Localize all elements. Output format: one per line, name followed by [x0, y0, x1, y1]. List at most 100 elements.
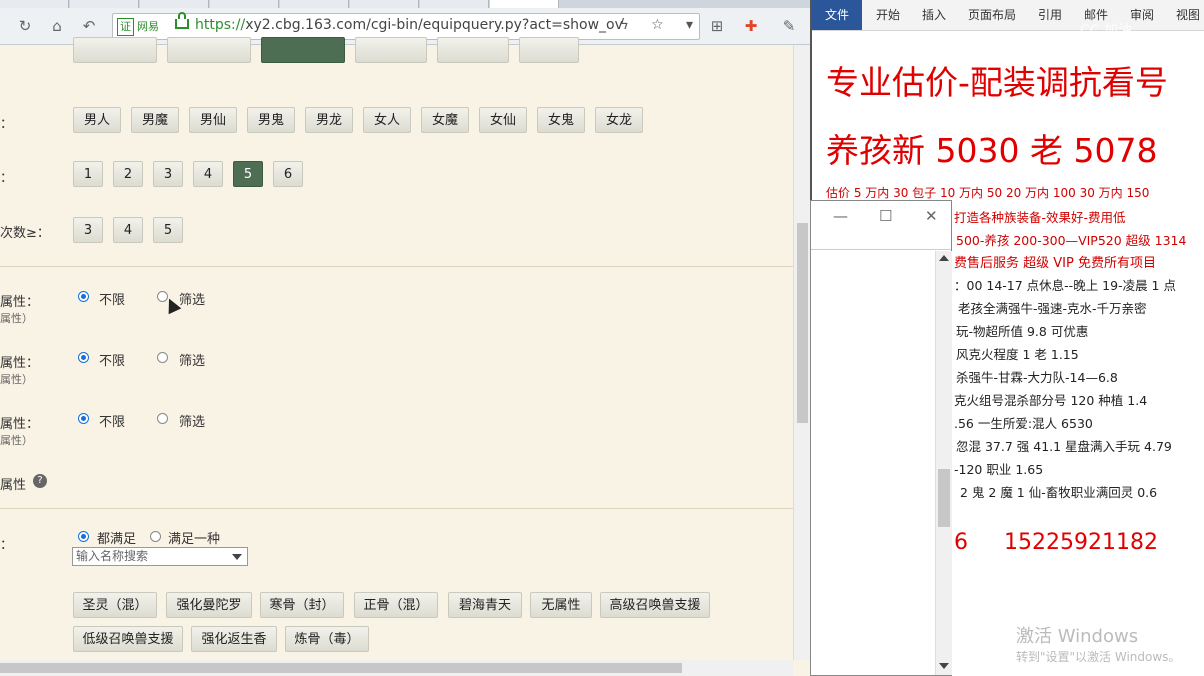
lightning-icon[interactable]: ϟ — [620, 17, 629, 33]
popup-titlebar[interactable]: — ☐ ✕ — [811, 201, 951, 250]
minimize-icon[interactable]: — — [833, 207, 848, 225]
character-button[interactable]: 女鬼 — [537, 107, 585, 133]
radio-unlimited[interactable] — [78, 291, 89, 302]
browser-tab[interactable] — [280, 0, 349, 8]
page-scrollbar[interactable] — [793, 45, 810, 660]
character-button[interactable]: 男仙 — [189, 107, 237, 133]
browser-tab[interactable] — [70, 0, 139, 8]
radio-unlimited[interactable] — [78, 352, 89, 363]
star-icon[interactable]: ☆ — [651, 17, 664, 33]
skill-button[interactable]: 低级召唤兽支援 — [73, 626, 183, 652]
radio-label: 筛选 — [179, 293, 206, 308]
browser-tab[interactable] — [210, 0, 279, 8]
radio-unlimited[interactable] — [78, 413, 89, 424]
game-icon[interactable]: ✚ — [740, 16, 762, 36]
filter-button[interactable] — [167, 37, 251, 63]
certificate-badge[interactable]: 证网易 — [117, 18, 159, 36]
browser-tab[interactable] — [350, 0, 419, 8]
back-icon[interactable]: ↶ — [78, 16, 100, 36]
skill-button[interactable]: 正骨（混） — [354, 592, 438, 618]
scroll-down-icon[interactable] — [939, 663, 949, 669]
dropdown-icon[interactable]: ▾ — [686, 17, 693, 33]
home-icon[interactable]: ⌂ — [46, 16, 68, 36]
count-button[interactable]: 3 — [73, 217, 103, 243]
refresh-icon[interactable]: ↻ — [14, 16, 36, 36]
filter-button[interactable] — [437, 37, 509, 63]
grid-icon[interactable]: ⊞ — [706, 16, 728, 36]
url-text[interactable]: https://xy2.cbg.163.com/cgi-bin/equipque… — [195, 17, 623, 33]
tab-home[interactable]: 开始 — [876, 0, 900, 30]
cert-label: 网易 — [137, 20, 159, 33]
divider — [0, 508, 793, 509]
character-button[interactable]: 男鬼 — [247, 107, 295, 133]
tab-insert[interactable]: 插入 — [922, 0, 946, 30]
level-button[interactable]: 6 — [273, 161, 303, 187]
maximize-icon[interactable]: ☐ — [879, 207, 892, 225]
skill-search-select[interactable]: 输入名称搜索 — [72, 547, 248, 566]
filter-button[interactable] — [73, 37, 157, 63]
skill-button[interactable]: 寒骨（封） — [260, 592, 344, 618]
level-button-selected[interactable]: 5 — [233, 161, 263, 187]
browser-tab[interactable] — [420, 0, 489, 8]
tab-view[interactable]: 视图 — [1176, 0, 1200, 30]
popup-scrollbar[interactable] — [935, 251, 952, 675]
skill-button[interactable]: 高级召唤兽支援 — [600, 592, 710, 618]
level-button[interactable]: 2 — [113, 161, 143, 187]
scrollbar-thumb[interactable] — [0, 663, 682, 673]
tab-layout[interactable]: 页面布局 — [968, 0, 1016, 30]
doc-line: 克火组号混杀部分号 120 种植 1.4 — [954, 393, 1148, 408]
browser-tab[interactable] — [0, 0, 69, 8]
character-button[interactable]: 女人 — [363, 107, 411, 133]
skill-button[interactable]: 强化曼陀罗 — [166, 592, 252, 618]
character-button[interactable]: 女仙 — [479, 107, 527, 133]
character-button[interactable]: 男魔 — [131, 107, 179, 133]
help-icon[interactable]: ? — [33, 474, 47, 488]
address-bar[interactable]: 证网易 https://xy2.cbg.163.com/cgi-bin/equi… — [112, 12, 700, 40]
level-button[interactable]: 3 — [153, 161, 183, 187]
radio-label: 筛选 — [179, 354, 206, 369]
popup-window: — ☐ ✕ — [810, 200, 952, 676]
radio-match-one[interactable] — [150, 531, 161, 542]
character-button[interactable]: 男龙 — [305, 107, 353, 133]
skill-button[interactable]: 无属性 — [530, 592, 592, 618]
radio-match-all[interactable] — [78, 531, 89, 542]
browser-tab-active[interactable] — [490, 0, 559, 8]
tab-references[interactable]: 引用 — [1038, 0, 1062, 30]
activation-watermark-sub: 转到"设置"以激活 Windows。 — [1016, 650, 1181, 664]
shield-icon: 证 — [117, 18, 134, 36]
filter-button-selected[interactable] — [261, 37, 345, 63]
level-button[interactable]: 1 — [73, 161, 103, 187]
radio-filter[interactable] — [157, 352, 168, 363]
character-button[interactable]: 男人 — [73, 107, 121, 133]
character-button[interactable]: 女龙 — [595, 107, 643, 133]
wrench-icon[interactable]: ✎ — [778, 16, 800, 36]
horizontal-scrollbar[interactable] — [0, 660, 793, 676]
attr-sub-label: 属性） — [0, 434, 33, 447]
tab-review[interactable]: 审阅 — [1130, 0, 1154, 30]
filter-button[interactable] — [355, 37, 427, 63]
select-placeholder: 输入名称搜索 — [76, 549, 149, 563]
skill-button[interactable]: 圣灵（混） — [73, 592, 157, 618]
doc-line: 2 鬼 2 魔 1 仙-畜牧职业满回灵 0.6 — [960, 485, 1158, 500]
close-icon[interactable]: ✕ — [925, 207, 938, 225]
scrollbar-thumb[interactable] — [938, 469, 950, 527]
scroll-up-icon[interactable] — [939, 255, 949, 261]
filter-button[interactable] — [519, 37, 579, 63]
chevron-down-icon — [232, 554, 242, 560]
radio-label: 不限 — [99, 354, 126, 369]
skill-button[interactable]: 强化返生香 — [191, 626, 277, 652]
doc-line: 玩-物超所值 9.8 可优惠 — [956, 324, 1089, 339]
radio-filter[interactable] — [157, 413, 168, 424]
browser-tab[interactable] — [140, 0, 209, 8]
tab-file[interactable]: 文件 — [812, 0, 862, 30]
count-button[interactable]: 5 — [153, 217, 183, 243]
doc-line: ：00 14-17 点休息--晚上 19-凌晨 1 点 — [954, 278, 1176, 293]
character-button[interactable]: 女魔 — [421, 107, 469, 133]
scrollbar-thumb[interactable] — [797, 223, 808, 423]
url-path: xy2.cbg.163.com/cgi-bin/equipquery.py?ac… — [245, 17, 623, 33]
count-button[interactable]: 4 — [113, 217, 143, 243]
ribbon-tabs: 文件 开始 插入 页面布局 引用 邮件 审阅 视图 — [812, 0, 1204, 31]
level-button[interactable]: 4 — [193, 161, 223, 187]
skill-button[interactable]: 碧海青天 — [448, 592, 522, 618]
skill-button[interactable]: 炼骨（毒） — [285, 626, 369, 652]
